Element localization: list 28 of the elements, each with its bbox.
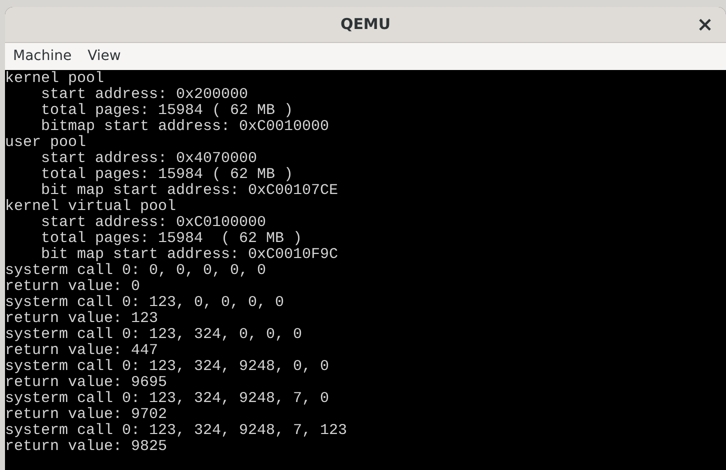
console-line: return value: 9695 xyxy=(5,375,168,391)
console-line: systerm call 0: 123, 0, 0, 0, 0 xyxy=(5,295,284,311)
console-line: systerm call 0: 0, 0, 0, 0, 0 xyxy=(5,263,266,279)
console-line: start address: 0x4070000 xyxy=(40,151,258,167)
window-title: QEMU xyxy=(340,14,391,36)
menu-item[interactable]: View xyxy=(88,46,121,67)
console-line: return value: 123 xyxy=(5,311,158,327)
menu-item[interactable]: Machine xyxy=(13,46,72,67)
console-line: bit map start address: 0xC00107CE xyxy=(40,183,338,199)
console-line: systerm call 0: 123, 324, 0, 0, 0 xyxy=(5,327,302,343)
console-line: return value: 447 xyxy=(5,343,158,359)
console-line: return value: 9825 xyxy=(5,439,168,455)
console-line: systerm call 0: 123, 324, 9248, 7, 123 xyxy=(5,423,348,439)
console-line: total pages: 15984 ( 62 MB ) xyxy=(40,231,302,247)
console-line: return value: 9702 xyxy=(5,407,168,423)
console-line: kernel pool xyxy=(5,71,104,87)
console-line: user pool xyxy=(5,135,86,151)
console-line: systerm call 0: 123, 324, 9248, 0, 0 xyxy=(5,359,330,375)
console-line: bitmap start address: 0xC0010000 xyxy=(40,119,330,135)
console-line: return value: 0 xyxy=(5,279,140,295)
console-line: kernel virtual pool xyxy=(5,199,176,215)
console-line: total pages: 15984 ( 62 MB ) xyxy=(40,167,294,183)
console-line: start address: 0x200000 xyxy=(40,87,248,103)
console-line: systerm call 0: 123, 324, 9248, 7, 0 xyxy=(5,391,330,407)
close-button[interactable]: × xyxy=(694,13,716,35)
console-line: bit map start address: 0xC0010F9C xyxy=(40,247,338,263)
console-line: total pages: 15984 ( 62 MB ) xyxy=(40,103,294,119)
console-line: start address: 0xC0100000 xyxy=(40,215,266,231)
